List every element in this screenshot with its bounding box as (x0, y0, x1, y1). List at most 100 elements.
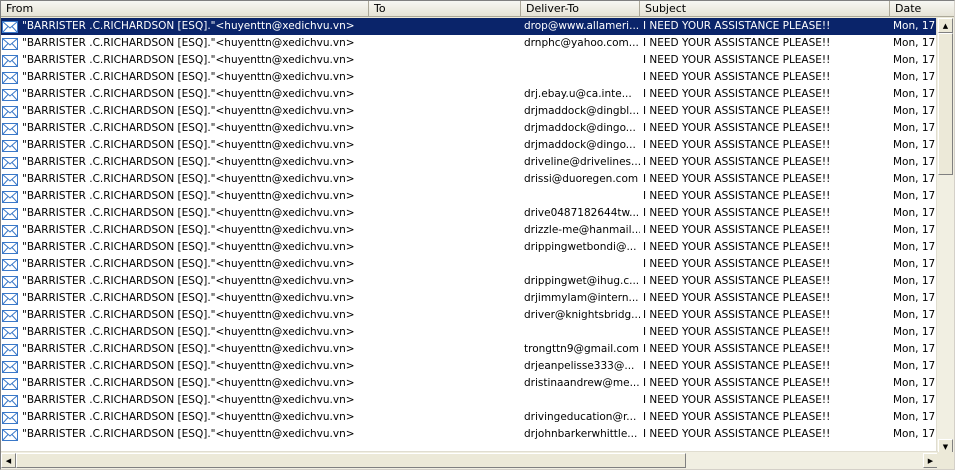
table-row[interactable]: "BARRISTER .C.RICHARDSON [ESQ]."<huyentt… (1, 35, 938, 52)
cell-deliver-to: drippingwetbondi@... (524, 241, 637, 253)
table-row[interactable]: "BARRISTER .C.RICHARDSON [ESQ]."<huyentt… (1, 18, 938, 35)
horizontal-scroll-thumb[interactable] (16, 453, 686, 468)
column-header-from[interactable]: From (1, 1, 369, 17)
column-header-to[interactable]: To (369, 1, 521, 17)
cell-subject: I NEED YOUR ASSISTANCE PLEASE!! (643, 122, 831, 134)
from-text: "BARRISTER .C.RICHARDSON [ESQ]."<huyentt… (22, 343, 355, 355)
cell-subject: I NEED YOUR ASSISTANCE PLEASE!! (643, 54, 831, 66)
from-text: "BARRISTER .C.RICHARDSON [ESQ]."<huyentt… (22, 326, 355, 338)
cell-subject: I NEED YOUR ASSISTANCE PLEASE!! (643, 224, 831, 236)
column-header-deliver-to[interactable]: Deliver-To (521, 1, 640, 17)
cell-subject: I NEED YOUR ASSISTANCE PLEASE!! (643, 360, 831, 372)
cell-date: Mon, 17 (893, 343, 936, 355)
message-rows: "BARRISTER .C.RICHARDSON [ESQ]."<huyentt… (1, 18, 938, 454)
table-row[interactable]: "BARRISTER .C.RICHARDSON [ESQ]."<huyentt… (1, 52, 938, 69)
arrow-up-icon[interactable]: ▲ (938, 18, 953, 33)
email-envelope-icon (2, 343, 18, 356)
cell-subject: I NEED YOUR ASSISTANCE PLEASE!! (643, 275, 831, 287)
cell-from: "BARRISTER .C.RICHARDSON [ESQ]."<huyentt… (1, 18, 369, 35)
from-text: "BARRISTER .C.RICHARDSON [ESQ]."<huyentt… (22, 156, 355, 168)
table-row[interactable]: "BARRISTER .C.RICHARDSON [ESQ]."<huyentt… (1, 205, 938, 222)
arrow-left-icon[interactable]: ◀ (1, 453, 16, 468)
table-row[interactable]: "BARRISTER .C.RICHARDSON [ESQ]."<huyentt… (1, 69, 938, 86)
table-row[interactable]: "BARRISTER .C.RICHARDSON [ESQ]."<huyentt… (1, 341, 938, 358)
table-row[interactable]: "BARRISTER .C.RICHARDSON [ESQ]."<huyentt… (1, 154, 938, 171)
table-row[interactable]: "BARRISTER .C.RICHARDSON [ESQ]."<huyentt… (1, 409, 938, 426)
cell-deliver-to: drjmaddock@dingbl... (524, 105, 640, 117)
column-header-date[interactable]: Date (890, 1, 954, 17)
cell-subject: I NEED YOUR ASSISTANCE PLEASE!! (643, 377, 831, 389)
cell-from: "BARRISTER .C.RICHARDSON [ESQ]."<huyentt… (1, 171, 369, 188)
table-row[interactable]: "BARRISTER .C.RICHARDSON [ESQ]."<huyentt… (1, 103, 938, 120)
cell-subject: I NEED YOUR ASSISTANCE PLEASE!! (643, 37, 831, 49)
from-text: "BARRISTER .C.RICHARDSON [ESQ]."<huyentt… (22, 428, 355, 440)
column-header: From To Deliver-To Subject Date (1, 1, 954, 18)
table-row[interactable]: "BARRISTER .C.RICHARDSON [ESQ]."<huyentt… (1, 222, 938, 239)
cell-from: "BARRISTER .C.RICHARDSON [ESQ]."<huyentt… (1, 256, 369, 273)
table-row[interactable]: "BARRISTER .C.RICHARDSON [ESQ]."<huyentt… (1, 188, 938, 205)
cell-date: Mon, 17 (893, 275, 936, 287)
vertical-scroll-thumb[interactable] (938, 33, 953, 175)
cell-date: Mon, 17 (893, 224, 936, 236)
cell-subject: I NEED YOUR ASSISTANCE PLEASE!! (643, 207, 831, 219)
column-header-subject[interactable]: Subject (640, 1, 890, 17)
email-envelope-icon (2, 105, 18, 118)
cell-date: Mon, 17 (893, 20, 936, 32)
cell-deliver-to: driver@knightsbridg... (524, 309, 640, 321)
cell-deliver-to: drizzle-me@hanmail... (524, 224, 640, 236)
table-row[interactable]: "BARRISTER .C.RICHARDSON [ESQ]."<huyentt… (1, 307, 938, 324)
cell-date: Mon, 17 (893, 54, 936, 66)
cell-from: "BARRISTER .C.RICHARDSON [ESQ]."<huyentt… (1, 426, 369, 443)
cell-deliver-to: dristinaandrew@me... (524, 377, 640, 389)
cell-deliver-to: drissi@duoregen.com (524, 173, 639, 185)
cell-date: Mon, 17 (893, 156, 936, 168)
cell-from: "BARRISTER .C.RICHARDSON [ESQ]."<huyentt… (1, 409, 369, 426)
table-row[interactable]: "BARRISTER .C.RICHARDSON [ESQ]."<huyentt… (1, 273, 938, 290)
email-envelope-icon (2, 139, 18, 152)
table-row[interactable]: "BARRISTER .C.RICHARDSON [ESQ]."<huyentt… (1, 375, 938, 392)
arrow-right-icon[interactable]: ▶ (923, 453, 938, 468)
cell-deliver-to: driveline@drivelines... (524, 156, 640, 168)
cell-from: "BARRISTER .C.RICHARDSON [ESQ]."<huyentt… (1, 392, 369, 409)
table-row[interactable]: "BARRISTER .C.RICHARDSON [ESQ]."<huyentt… (1, 171, 938, 188)
cell-date: Mon, 17 (893, 326, 936, 338)
email-envelope-icon (2, 241, 18, 254)
cell-date: Mon, 17 (893, 428, 936, 440)
table-row[interactable]: "BARRISTER .C.RICHARDSON [ESQ]."<huyentt… (1, 290, 938, 307)
email-envelope-icon (2, 360, 18, 373)
table-row[interactable]: "BARRISTER .C.RICHARDSON [ESQ]."<huyentt… (1, 239, 938, 256)
email-envelope-icon (2, 292, 18, 305)
table-row[interactable]: "BARRISTER .C.RICHARDSON [ESQ]."<huyentt… (1, 120, 938, 137)
table-row[interactable]: "BARRISTER .C.RICHARDSON [ESQ]."<huyentt… (1, 324, 938, 341)
cell-subject: I NEED YOUR ASSISTANCE PLEASE!! (643, 343, 831, 355)
table-row[interactable]: "BARRISTER .C.RICHARDSON [ESQ]."<huyentt… (1, 392, 938, 409)
cell-subject: I NEED YOUR ASSISTANCE PLEASE!! (643, 173, 831, 185)
table-row[interactable]: "BARRISTER .C.RICHARDSON [ESQ]."<huyentt… (1, 358, 938, 375)
email-envelope-icon (2, 258, 18, 271)
email-envelope-icon (2, 88, 18, 101)
cell-deliver-to: drop@www.allameri... (524, 20, 640, 32)
cell-from: "BARRISTER .C.RICHARDSON [ESQ]."<huyentt… (1, 273, 369, 290)
cell-date: Mon, 17 (893, 71, 936, 83)
cell-date: Mon, 17 (893, 122, 936, 134)
from-text: "BARRISTER .C.RICHARDSON [ESQ]."<huyentt… (22, 88, 355, 100)
horizontal-scrollbar[interactable]: ◀ ▶ (1, 451, 938, 469)
cell-deliver-to: drj.ebay.u@ca.inte... (524, 88, 632, 100)
cell-date: Mon, 17 (893, 139, 936, 151)
email-envelope-icon (2, 326, 18, 339)
email-envelope-icon (2, 20, 18, 33)
cell-deliver-to: drivingeducation@r... (524, 411, 637, 423)
from-text: "BARRISTER .C.RICHARDSON [ESQ]."<huyentt… (22, 309, 355, 321)
from-text: "BARRISTER .C.RICHARDSON [ESQ]."<huyentt… (22, 292, 355, 304)
cell-subject: I NEED YOUR ASSISTANCE PLEASE!! (643, 394, 831, 406)
table-row[interactable]: "BARRISTER .C.RICHARDSON [ESQ]."<huyentt… (1, 86, 938, 103)
email-envelope-icon (2, 394, 18, 407)
table-row[interactable]: "BARRISTER .C.RICHARDSON [ESQ]."<huyentt… (1, 256, 938, 273)
cell-subject: I NEED YOUR ASSISTANCE PLEASE!! (643, 190, 831, 202)
cell-from: "BARRISTER .C.RICHARDSON [ESQ]."<huyentt… (1, 52, 369, 69)
from-text: "BARRISTER .C.RICHARDSON [ESQ]."<huyentt… (22, 139, 355, 151)
cell-subject: I NEED YOUR ASSISTANCE PLEASE!! (643, 326, 831, 338)
table-row[interactable]: "BARRISTER .C.RICHARDSON [ESQ]."<huyentt… (1, 137, 938, 154)
vertical-scrollbar[interactable]: ▲ ▼ (936, 18, 954, 454)
table-row[interactable]: "BARRISTER .C.RICHARDSON [ESQ]."<huyentt… (1, 426, 938, 443)
